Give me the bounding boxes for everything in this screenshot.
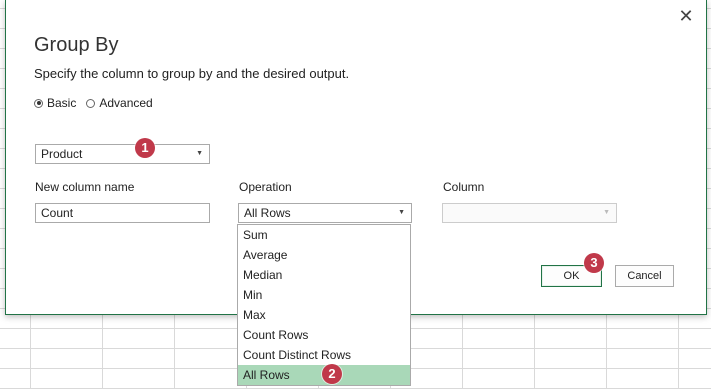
annotation-marker-2: 2 (322, 364, 342, 384)
column-label: Column (443, 180, 485, 194)
operation-option-median[interactable]: Median (238, 265, 410, 285)
annotation-marker-1: 1 (135, 138, 155, 158)
basic-radio-label: Basic (47, 96, 77, 110)
advanced-radio-label: Advanced (99, 96, 153, 110)
operation-option-sum[interactable]: Sum (238, 225, 410, 245)
radio-checked-icon (34, 98, 43, 108)
new-column-name-label: New column name (35, 180, 135, 194)
chevron-down-icon: ▼ (398, 209, 405, 216)
mode-radio-group: Basic Advanced (34, 96, 153, 110)
operation-option-min[interactable]: Min (238, 285, 410, 305)
operation-value: All Rows (244, 206, 291, 220)
dialog-subtitle: Specify the column to group by and the d… (34, 66, 350, 81)
dialog-title: Group By (34, 34, 119, 56)
operation-option-max[interactable]: Max (238, 305, 410, 325)
operation-option-count-distinct-rows[interactable]: Count Distinct Rows (238, 345, 410, 365)
basic-radio[interactable]: Basic (34, 96, 76, 110)
group-column-value: Product (41, 147, 83, 161)
operation-option-count-rows[interactable]: Count Rows (238, 325, 410, 345)
group-column-select[interactable]: Product ▼ (35, 144, 210, 164)
cancel-button[interactable]: Cancel (615, 265, 674, 287)
operation-select[interactable]: All Rows ▼ (238, 203, 412, 223)
operation-label: Operation (239, 180, 292, 194)
new-column-name-value: Count (41, 206, 74, 220)
close-icon[interactable]: ✕ (676, 6, 696, 26)
column-select: ▼ (442, 203, 617, 223)
radio-unchecked-icon (86, 98, 96, 108)
annotation-marker-3: 3 (584, 253, 604, 273)
new-column-name-input[interactable]: Count (35, 203, 210, 223)
operation-dropdown-list: Sum Average Median Min Max Count Rows Co… (237, 224, 411, 386)
operation-option-average[interactable]: Average (238, 245, 410, 265)
chevron-down-icon: ▼ (196, 150, 203, 157)
chevron-down-icon: ▼ (603, 209, 610, 216)
advanced-radio[interactable]: Advanced (86, 96, 153, 110)
